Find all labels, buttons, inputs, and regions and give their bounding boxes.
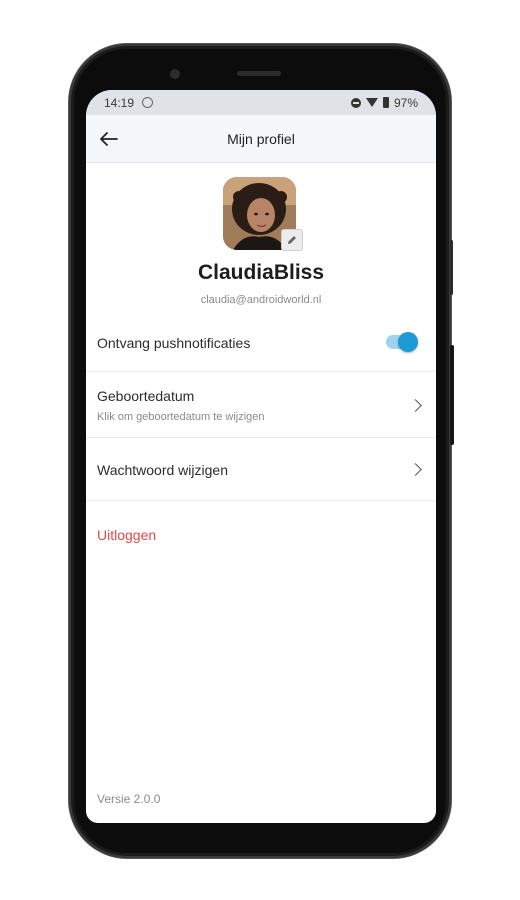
push-notifications-label: Ontvang pushnotificaties <box>97 335 251 351</box>
sync-icon <box>142 97 154 108</box>
logout-link[interactable]: Uitloggen <box>97 527 156 543</box>
birthday-sublabel: Klik om geboortedatum te wijzigen <box>97 411 265 423</box>
pencil-icon <box>288 236 296 244</box>
toggle-knob <box>398 332 418 352</box>
status-icons: 97% <box>350 95 418 110</box>
status-time: 14:19 <box>104 95 135 110</box>
app-bar: Mijn profiel <box>86 115 436 163</box>
change-password-label: Wachtwoord wijzigen <box>97 462 228 478</box>
username: ClaudiaBliss <box>197 261 325 284</box>
push-notifications-row[interactable]: Ontvang pushnotificaties <box>86 326 436 372</box>
volume-button <box>450 345 454 445</box>
power-button <box>450 240 453 295</box>
change-password-row[interactable]: Wachtwoord wijzigen <box>86 438 436 501</box>
push-notifications-toggle[interactable] <box>386 332 418 352</box>
wifi-icon <box>365 98 378 107</box>
status-bar: 14:19 97% <box>86 90 436 115</box>
chevron-right-icon <box>409 463 422 476</box>
battery-percent: 97% <box>393 95 418 110</box>
email: claudia@androidworld.nl <box>200 294 322 306</box>
chevron-right-icon <box>409 399 422 412</box>
do-not-disturb-icon <box>350 97 361 108</box>
earpiece-speaker <box>237 71 281 76</box>
back-button[interactable] <box>96 126 122 152</box>
battery-icon <box>382 97 389 108</box>
arrow-left-icon <box>100 132 118 146</box>
edit-avatar-button[interactable] <box>281 229 303 251</box>
page-title: Mijn profiel <box>227 130 295 147</box>
birthday-label: Geboortedatum <box>97 388 195 404</box>
app-version: Versie 2.0.0 <box>97 792 161 806</box>
screen: 14:19 97% Mijn profiel ClaudiaBliss clau… <box>86 90 436 823</box>
birthday-row[interactable]: Geboortedatum Klik om geboortedatum te w… <box>86 372 436 438</box>
front-camera <box>170 69 180 79</box>
